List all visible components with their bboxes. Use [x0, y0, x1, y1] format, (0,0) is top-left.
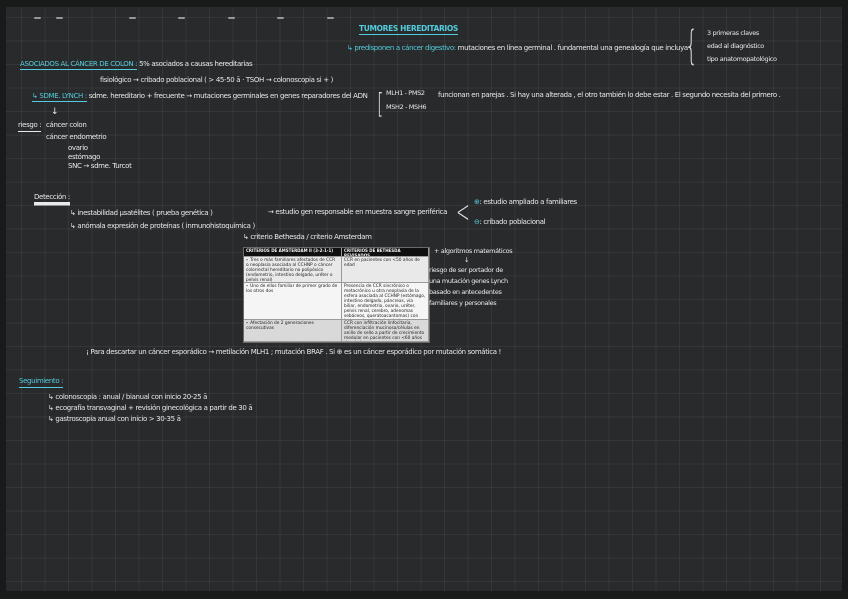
- table-cell-amsterdam-2: –Uno de ellos familiar de primer grado d…: [244, 283, 342, 320]
- lynch-line: ↳ SDME. LYNCH : sdme. hereditario + frec…: [32, 93, 368, 101]
- riesgo-label: riesgo :: [18, 122, 41, 132]
- stroke-remnant: [56, 17, 63, 19]
- positive-branch: ⊕: estudio ampliado a familiares: [474, 199, 577, 207]
- colon-rest: 5% asociados a causas hereditarias: [137, 60, 252, 68]
- cell-text: CCR en pacientes con <50 años de edad: [344, 258, 420, 268]
- genealogy-key-2: edad al diagnóstico: [707, 43, 764, 50]
- gene-pair-2: MSH2 - MSH6: [386, 104, 426, 111]
- algoritmos-line: una mutación genes Lynch: [429, 278, 508, 285]
- deteccion-label: Detección :: [34, 194, 70, 202]
- riesgo-item: SNC → sdme. Turcot: [68, 163, 132, 171]
- split-angle-icon: <: [456, 195, 470, 230]
- note-canvas[interactable]: TUMORES HEREDITARIOS ↳ predisponen a cán…: [6, 7, 842, 591]
- page-title: TUMORES HEREDITARIOS: [359, 25, 458, 35]
- table-header-bethesda: CRITERIOS DE BETHESDA REVISADOS: [342, 248, 429, 257]
- stroke-remnant: [277, 17, 284, 19]
- intro-rest: mutaciones en línea germinal . fundament…: [456, 44, 688, 52]
- table-cell-amsterdam-1: –Tres o más familiares afectados de CCR …: [244, 257, 342, 283]
- cribado-line: fisiológico → cribado poblacional ( > 45…: [100, 77, 333, 85]
- seguimiento-item: ↳ gastroscopia anual con inicio > 30-35 …: [48, 416, 181, 424]
- riesgo-item: cáncer endometrio: [46, 134, 106, 142]
- riesgo-item: cáncer colon: [46, 122, 86, 130]
- algoritmos-head: + algoritmos matemáticos: [434, 248, 512, 255]
- riesgo-item: ovario: [68, 145, 88, 153]
- deteccion-bullet-2: ↳ anómala expresión de proteínas ( inmun…: [70, 223, 255, 231]
- deteccion-bullet-1: ↳ inestabilidad μsatélites ( prueba gené…: [70, 210, 213, 218]
- negative-branch-text: : cribado poblacional: [480, 218, 546, 226]
- lynch-rest: sdme. hereditario + frecuente → mutacion…: [87, 92, 368, 100]
- algoritmos-line: basado en antecedentes: [429, 289, 502, 296]
- criteria-bullet: ↳ criterio Bethesda / criterio Amsterdam: [243, 234, 372, 242]
- seguimiento-item: ↳ ecografía transvaginal + revisión gine…: [48, 405, 252, 413]
- table-cell-bethesda-1: CCR en pacientes con <50 años de edad: [342, 257, 429, 283]
- algoritmos-line: familiares y personales: [429, 300, 496, 307]
- table-cell-amsterdam-3: –Afectación de 2 generaciones consecutiv…: [244, 320, 342, 342]
- riesgo-item: estómago: [68, 154, 100, 162]
- cell-text: CCR con infiltración linfocitaria, difer…: [344, 321, 424, 342]
- positive-branch-text: : estudio ampliado a familiares: [480, 198, 577, 206]
- stroke-remnant: [327, 17, 334, 19]
- stroke-remnant: [228, 17, 235, 19]
- stroke-remnant: [34, 17, 41, 19]
- down-arrow-icon: ↓: [464, 257, 469, 264]
- table-cell-bethesda-3: CCR con infiltración linfocitaria, difer…: [342, 320, 429, 342]
- cell-text: Afectación de 2 generaciones consecutiva…: [246, 321, 314, 331]
- cell-text: Presencia de CCR sincrónico o metacrónic…: [344, 284, 425, 320]
- deteccion-study: → estudio gen responsable en muestra san…: [268, 209, 447, 217]
- down-arrow-icon: ↓: [51, 108, 58, 118]
- stroke-remnant: [178, 17, 185, 19]
- colon-lead: ASOCIADOS AL CÁNCER DE COLON :: [20, 60, 137, 70]
- lynch-lead: ↳ SDME. LYNCH :: [32, 92, 87, 102]
- intro-line: ↳ predisponen a cáncer digestivo: mutaci…: [347, 45, 688, 53]
- gene-pair-1: MLH1 - PMS2: [386, 90, 425, 97]
- intro-lead: ↳ predisponen a cáncer digestivo:: [347, 44, 456, 52]
- cell-text: Tres o más familiares afectados de CCR o…: [246, 258, 335, 283]
- sporadic-note: ¡ Para descartar un cáncer esporádico → …: [86, 349, 501, 357]
- lynch-note: funcionan en parejas . Si hay una altera…: [438, 92, 781, 100]
- genealogy-key-1: 3 primeras claves: [707, 30, 759, 37]
- notes-screenshot: TUMORES HEREDITARIOS ↳ predisponen a cán…: [0, 0, 848, 599]
- genealogy-key-3: tipo anatomopatológico: [707, 56, 777, 63]
- curly-brace-icon: {: [685, 23, 698, 69]
- seguimiento-label: Seguimiento :: [19, 378, 63, 388]
- stroke-remnant: [129, 17, 136, 19]
- criteria-table: CRITERIOS DE ÁMSTERDAM II (3-2-1-1) CRIT…: [243, 247, 430, 343]
- colon-line: ASOCIADOS AL CÁNCER DE COLON : 5% asocia…: [20, 61, 252, 69]
- table-cell-bethesda-2: Presencia de CCR sincrónico o metacrónic…: [342, 283, 429, 320]
- table-header-amsterdam: CRITERIOS DE ÁMSTERDAM II (3-2-1-1): [244, 248, 342, 257]
- cell-text: Uno de ellos familiar de primer grado de…: [246, 284, 337, 294]
- square-bracket-icon: [: [377, 87, 384, 120]
- seguimiento-item: ↳ colonoscopia : anual / bianual con ini…: [48, 394, 207, 402]
- algoritmos-line: riesgo de ser portador de: [429, 267, 503, 274]
- negative-branch: ⊖: cribado poblacional: [474, 219, 545, 227]
